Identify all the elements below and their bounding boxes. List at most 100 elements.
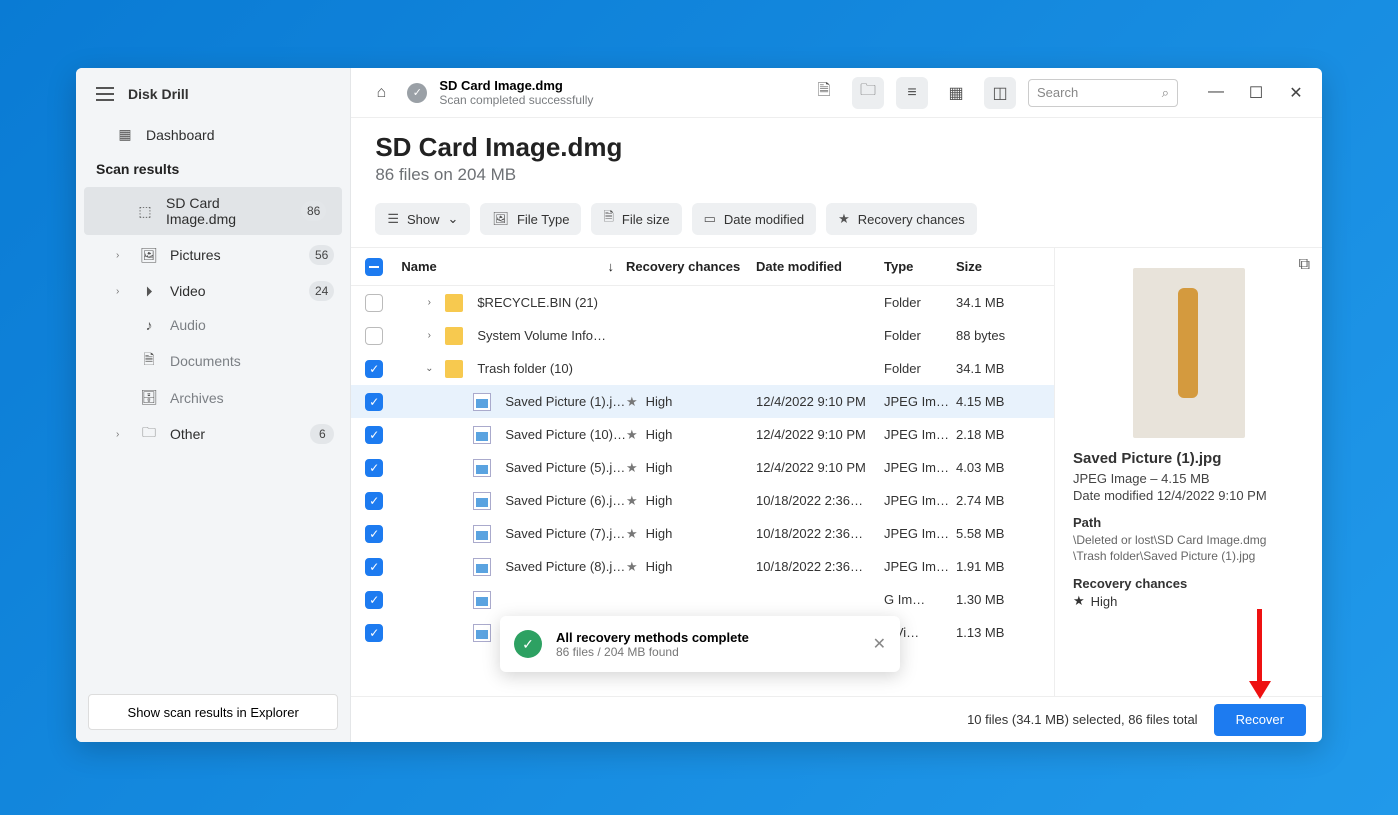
sidebar-item-pictures[interactable]: ›🖼Pictures56 (76, 237, 350, 273)
folder-icon (445, 360, 463, 378)
row-checkbox[interactable]: ✓ (365, 591, 383, 609)
close-button[interactable]: ✕ (1286, 83, 1306, 103)
filter-recovery-chances[interactable]: ★Recovery chances (826, 203, 977, 235)
row-checkbox[interactable] (365, 294, 383, 312)
row-checkbox[interactable]: ✓ (365, 492, 383, 510)
calendar-icon: ▭ (704, 211, 716, 227)
sidebar-item-label: Video (170, 283, 297, 299)
toast-close-icon[interactable]: ✕ (873, 634, 886, 654)
sidebar-item-video[interactable]: ›⏵Video24 (76, 273, 350, 309)
sidebar-item-label: SD Card Image.dmg (166, 195, 289, 227)
sidebar-item-label: Documents (170, 353, 334, 369)
row-checkbox[interactable]: ✓ (365, 393, 383, 411)
search-input[interactable]: Search ⌕ (1028, 79, 1178, 107)
type-value: G Im… (884, 592, 956, 607)
row-checkbox[interactable]: ✓ (365, 525, 383, 543)
sidebar-footer: Show scan results in Explorer (76, 682, 350, 742)
row-checkbox[interactable]: ✓ (365, 624, 383, 642)
panel-toggle-icon[interactable]: ◫ (984, 77, 1016, 109)
select-all-checkbox[interactable] (365, 258, 383, 276)
recovery-value: High (646, 394, 673, 409)
row-checkbox[interactable]: ✓ (365, 558, 383, 576)
table-row[interactable]: ›System Volume Info…Folder88 bytes (351, 319, 1054, 352)
image-file-icon (473, 591, 491, 609)
file-name: Trash folder (10) (477, 361, 573, 376)
preview-path-1: \Deleted or lost\SD Card Image.dmg (1073, 532, 1304, 548)
recover-button[interactable]: Recover (1214, 704, 1306, 736)
home-icon[interactable]: ⌂ (367, 79, 395, 107)
date-value: 10/18/2022 2:36… (756, 559, 884, 574)
footer-bar: 10 files (34.1 MB) selected, 86 files to… (351, 696, 1322, 742)
sidebar-item-archives[interactable]: 🗄Archives (76, 381, 350, 414)
column-type[interactable]: Type (884, 259, 956, 274)
count-badge: 86 (301, 201, 326, 221)
recovery-value: High (646, 526, 673, 541)
table-row[interactable]: ✓Saved Picture (8).j…★High10/18/2022 2:3… (351, 550, 1054, 583)
sidebar-dashboard[interactable]: ▦ Dashboard (76, 118, 350, 151)
table-row[interactable]: ›$RECYCLE.BIN (21)Folder34.1 MB (351, 286, 1054, 319)
row-checkbox[interactable]: ✓ (365, 426, 383, 444)
table-row[interactable]: ✓ G Im…1.30 MB (351, 583, 1054, 616)
row-checkbox[interactable]: ✓ (365, 459, 383, 477)
date-value: 10/18/2022 2:36… (756, 526, 884, 541)
sliders-icon: ☰ (387, 211, 399, 227)
type-value: JPEG Im… (884, 493, 956, 508)
expander-icon[interactable]: ⌄ (421, 363, 437, 374)
minimize-button[interactable]: ― (1206, 83, 1226, 103)
table-row[interactable]: ✓Saved Picture (10)…★High12/4/2022 9:10 … (351, 418, 1054, 451)
grid-view-icon[interactable]: ▦ (940, 77, 972, 109)
table-row[interactable]: ✓Saved Picture (1).j…★High12/4/2022 9:10… (351, 385, 1054, 418)
sidebar-item-documents[interactable]: 🗎 Documents (76, 341, 350, 381)
page-subtitle: 86 files on 204 MB (375, 165, 1298, 185)
column-name[interactable]: Name↓ (397, 259, 626, 274)
topbar-subtitle: Scan completed successfully (439, 93, 593, 107)
expander-icon[interactable]: › (421, 297, 437, 308)
image-file-icon (473, 525, 491, 543)
size-value: 1.30 MB (956, 592, 1046, 607)
sidebar-item-sd-card-image-dmg[interactable]: ⬚SD Card Image.dmg86 (84, 187, 342, 235)
success-check-icon: ✓ (514, 630, 542, 658)
expander-icon[interactable]: › (421, 330, 437, 341)
column-date[interactable]: Date modified (756, 259, 884, 274)
show-in-explorer-button[interactable]: Show scan results in Explorer (88, 694, 338, 730)
recovery-value: High (646, 559, 673, 574)
column-recovery[interactable]: Recovery chances (626, 259, 756, 274)
table-row[interactable]: ✓⌄Trash folder (10)Folder34.1 MB (351, 352, 1054, 385)
sidebar-item-audio[interactable]: ♪Audio (76, 309, 350, 341)
star-icon: ★ (838, 211, 850, 227)
row-checkbox[interactable]: ✓ (365, 360, 383, 378)
maximize-button[interactable]: ☐ (1246, 83, 1266, 103)
chevron-down-icon: ⌄ (448, 211, 459, 227)
doc-icon: 🗎 (140, 349, 158, 373)
filter-show[interactable]: ☰Show⌄ (375, 203, 470, 235)
type-value: JPEG Im… (884, 526, 956, 541)
sidebar: Disk Drill ▦ Dashboard Scan results ⬚SD … (76, 68, 351, 742)
popout-icon[interactable]: ⧉ (1299, 256, 1310, 274)
heading-block: SD Card Image.dmg 86 files on 204 MB (351, 118, 1322, 191)
filter-file-size[interactable]: 🗎File size (591, 203, 681, 235)
table-row[interactable]: ✓Saved Picture (7).j…★High10/18/2022 2:3… (351, 517, 1054, 550)
sidebar-header: Disk Drill (76, 68, 350, 118)
topbar-title-block: SD Card Image.dmg Scan completed success… (439, 78, 593, 108)
search-placeholder: Search (1037, 85, 1078, 100)
preview-info: JPEG Image – 4.15 MB (1073, 471, 1304, 486)
size-value: 2.18 MB (956, 427, 1046, 442)
row-checkbox[interactable] (365, 327, 383, 345)
filter-date-modified[interactable]: ▭Date modified (692, 203, 817, 235)
table-row[interactable]: ✓Saved Picture (6).j…★High10/18/2022 2:3… (351, 484, 1054, 517)
sidebar-item-other[interactable]: ›🗀Other6 (76, 414, 350, 454)
preview-thumbnail (1133, 268, 1245, 438)
table-row[interactable]: ✓Saved Picture (5).j…★High12/4/2022 9:10… (351, 451, 1054, 484)
preview-filename: Saved Picture (1).jpg (1073, 450, 1304, 467)
menu-icon[interactable] (96, 87, 114, 101)
selection-status: 10 files (34.1 MB) selected, 86 files to… (967, 712, 1198, 727)
filter-file-type[interactable]: 🖼File Type (480, 203, 581, 235)
preview-path-2: \Trash folder\Saved Picture (1).jpg (1073, 548, 1304, 564)
file-name: Saved Picture (8).j… (505, 559, 625, 574)
column-size[interactable]: Size (956, 259, 1046, 274)
sidebar-item-label: Audio (170, 317, 334, 333)
folder-icon[interactable]: 🗀 (852, 77, 884, 109)
page-title: SD Card Image.dmg (375, 132, 1298, 163)
list-view-icon[interactable]: ≡ (896, 77, 928, 109)
file-icon[interactable]: 🗎 (808, 77, 840, 109)
